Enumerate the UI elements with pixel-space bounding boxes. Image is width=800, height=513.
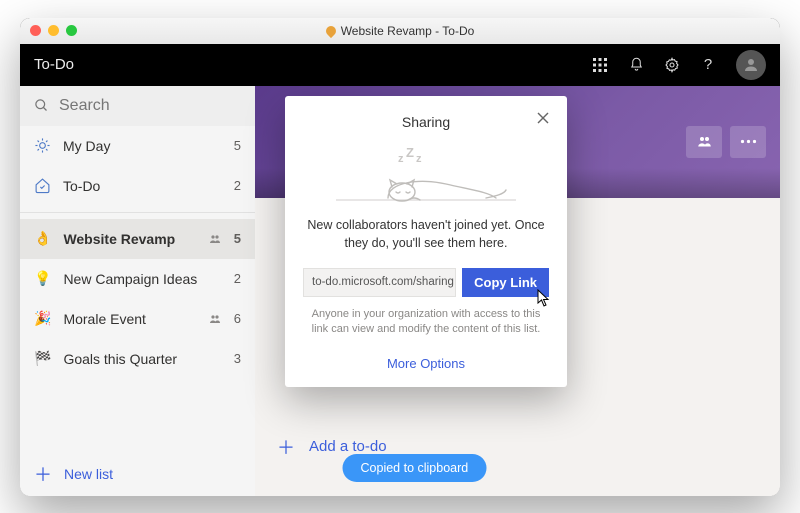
nav-list: My Day 5 To-Do 2 👌 Website Revamp 5 [20, 126, 255, 452]
bulb-icon: 💡 [34, 270, 51, 287]
copy-link-button[interactable]: Copy Link [462, 268, 549, 297]
search-placeholder: Search [59, 97, 110, 115]
window: Website Revamp - To-Do To-Do ? S [20, 18, 780, 496]
titlebar: Website Revamp - To-Do [20, 18, 780, 44]
close-icon[interactable] [537, 112, 549, 124]
toast-text: Copied to clipboard [361, 461, 469, 475]
search-row[interactable]: Search [20, 86, 255, 126]
sidebar-item-count: 2 [234, 271, 241, 286]
svg-text:z: z [416, 153, 422, 165]
account-avatar[interactable] [736, 50, 766, 80]
home-icon [34, 177, 51, 194]
sidebar-item-label: To-Do [63, 178, 222, 194]
topbar-actions: ? [592, 50, 766, 80]
plus-icon: ＋ [34, 461, 52, 487]
sidebar-divider [20, 212, 255, 213]
sidebar-item-label: New Campaign Ideas [63, 271, 221, 287]
sidebar-item-count: 6 [234, 311, 241, 326]
body: Search My Day 5 To-Do 2 👌 Webs [20, 86, 780, 496]
list-header-actions [686, 126, 766, 158]
sidebar-item-todo[interactable]: To-Do 2 [20, 166, 255, 206]
emoji-like-icon: 👌 [34, 230, 51, 247]
sidebar-item-label: Website Revamp [63, 231, 199, 247]
shared-icon [208, 233, 222, 245]
sidebar: Search My Day 5 To-Do 2 👌 Webs [20, 86, 255, 496]
sharing-modal: Sharing z Z z [285, 96, 567, 387]
cursor-icon [537, 289, 551, 307]
modal-title: Sharing [402, 114, 450, 130]
plus-icon: ＋ [277, 434, 295, 460]
sidebar-item-new-campaign-ideas[interactable]: 💡 New Campaign Ideas 2 [20, 259, 255, 299]
sidebar-item-count: 2 [234, 178, 241, 193]
settings-icon[interactable] [664, 57, 680, 73]
sidebar-item-my-day[interactable]: My Day 5 [20, 126, 255, 166]
help-icon[interactable]: ? [700, 57, 716, 73]
new-list-button[interactable]: ＋ New list [20, 452, 255, 496]
sidebar-item-count: 5 [234, 231, 241, 246]
sidebar-item-goals-this-quarter[interactable]: 🏁 Goals this Quarter 3 [20, 339, 255, 379]
svg-text:z: z [398, 153, 404, 165]
share-link-input[interactable]: to-do.microsoft.com/sharing [303, 268, 456, 297]
share-link-row: to-do.microsoft.com/sharing Copy Link [303, 268, 549, 297]
copy-link-label: Copy Link [474, 275, 537, 290]
window-title: Website Revamp - To-Do [341, 24, 475, 38]
sidebar-item-count: 5 [234, 138, 241, 153]
more-options-button[interactable] [730, 126, 766, 158]
notifications-icon[interactable] [628, 57, 644, 73]
window-title-wrap: Website Revamp - To-Do [20, 24, 780, 38]
sidebar-item-count: 3 [234, 351, 241, 366]
modal-message: New collaborators haven't joined yet. On… [303, 216, 549, 252]
copied-toast: Copied to clipboard [343, 454, 487, 482]
app-name: To-Do [34, 56, 74, 73]
popper-icon: 🎉 [34, 310, 51, 327]
svg-text:Z: Z [406, 148, 414, 160]
search-icon [34, 98, 49, 113]
sidebar-item-website-revamp[interactable]: 👌 Website Revamp 5 [20, 219, 255, 259]
shared-icon [208, 313, 222, 325]
share-list-button[interactable] [686, 126, 722, 158]
sidebar-item-label: Goals this Quarter [63, 351, 221, 367]
topbar: To-Do ? [20, 44, 780, 86]
modal-header: Sharing [303, 110, 549, 134]
add-todo-label: Add a to-do [309, 438, 387, 455]
sun-icon [34, 137, 51, 154]
more-options-link[interactable]: More Options [303, 356, 549, 371]
share-disclaimer: Anyone in your organization with access … [303, 307, 549, 338]
sidebar-item-morale-event[interactable]: 🎉 Morale Event 6 [20, 299, 255, 339]
sleeping-cat-illustration: z Z z [303, 140, 549, 208]
sidebar-item-label: Morale Event [63, 311, 199, 327]
app-launcher-icon[interactable] [592, 57, 608, 73]
sidebar-item-label: My Day [63, 138, 222, 154]
app-favicon [324, 23, 338, 37]
new-list-label: New list [64, 466, 113, 482]
flag-icon: 🏁 [34, 350, 51, 367]
